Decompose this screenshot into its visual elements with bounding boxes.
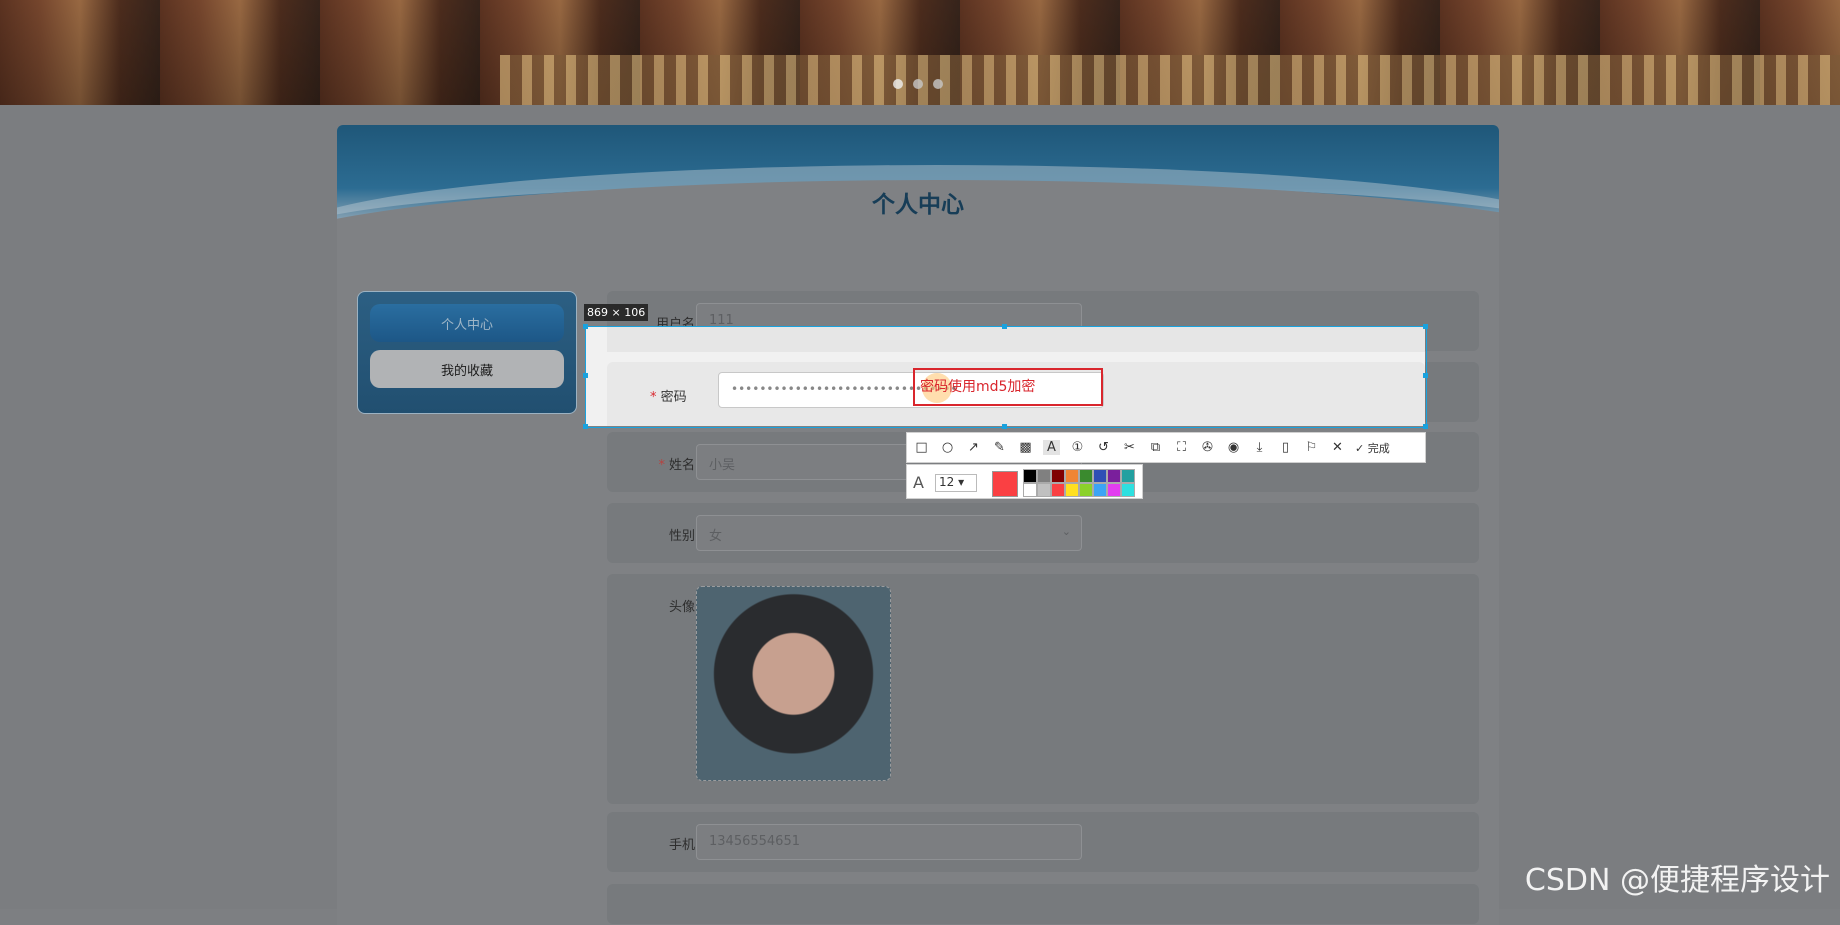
carousel-dot[interactable] xyxy=(893,79,903,89)
gender-value: 女 xyxy=(709,529,723,544)
resize-handle[interactable] xyxy=(1423,324,1428,329)
done-button[interactable]: ✓ 完成 xyxy=(1355,440,1390,456)
arrow-icon[interactable]: ↗ xyxy=(965,440,982,455)
text-icon[interactable]: A xyxy=(1043,440,1060,455)
ellipse-icon[interactable]: ○ xyxy=(939,440,956,455)
sidebar-item-favorites[interactable]: 我的收藏 xyxy=(370,350,564,388)
card-header: 个人中心 xyxy=(337,125,1499,340)
color-swatch[interactable] xyxy=(1093,469,1107,483)
form-row-avatar: 头像 xyxy=(607,574,1479,804)
cut-icon[interactable]: ✂ xyxy=(1121,440,1138,455)
resize-handle[interactable] xyxy=(1423,373,1428,378)
color-swatch[interactable] xyxy=(1121,469,1135,483)
form-row-phone: 手机 13456554651 xyxy=(607,812,1479,872)
chevron-down-icon: ⌄ xyxy=(1061,525,1071,538)
bookmark-icon[interactable]: ⚐ xyxy=(1303,440,1320,455)
close-icon[interactable]: ✕ xyxy=(1329,440,1346,455)
resize-handle[interactable] xyxy=(583,373,588,378)
color-swatch[interactable] xyxy=(1051,469,1065,483)
color-swatch[interactable] xyxy=(1037,469,1051,483)
resize-handle[interactable] xyxy=(1002,424,1007,429)
gender-label: 性别 xyxy=(668,529,695,544)
color-swatch[interactable] xyxy=(1121,483,1135,497)
watermark: CSDN @便捷程序设计 xyxy=(1524,863,1830,898)
carousel-dots[interactable] xyxy=(893,79,943,89)
color-swatch[interactable] xyxy=(1065,469,1079,483)
translate-icon[interactable]: ⧉ xyxy=(1147,440,1164,455)
color-swatch[interactable] xyxy=(1023,469,1037,483)
download-icon[interactable]: ⤓ xyxy=(1251,440,1268,455)
carousel-dot[interactable] xyxy=(913,79,923,89)
sidebar-item-profile[interactable]: 个人中心 xyxy=(370,304,564,342)
rectangle-icon[interactable]: □ xyxy=(913,440,930,455)
text-style-palette: A 12 ▾ xyxy=(906,464,1143,499)
color-swatch[interactable] xyxy=(1107,469,1121,483)
banner-image xyxy=(500,55,1840,105)
undo-icon[interactable]: ↺ xyxy=(1095,440,1112,455)
banner-carousel xyxy=(0,0,1840,105)
color-swatch[interactable] xyxy=(1051,483,1065,497)
carousel-dot[interactable] xyxy=(933,79,943,89)
resize-handle[interactable] xyxy=(583,424,588,429)
resize-handle[interactable] xyxy=(1002,324,1007,329)
mosaic-icon[interactable]: ▩ xyxy=(1017,440,1034,455)
pencil-icon[interactable]: ✎ xyxy=(991,440,1008,455)
pin-icon[interactable]: ✇ xyxy=(1199,440,1216,455)
current-color-swatch[interactable] xyxy=(992,471,1018,497)
phone-label: 手机 xyxy=(668,838,695,853)
color-swatch[interactable] xyxy=(1079,483,1093,497)
mobile-icon[interactable]: ▯ xyxy=(1277,440,1294,455)
number-icon[interactable]: ① xyxy=(1069,440,1086,455)
text-annotation[interactable]: 密码使用md5加密 xyxy=(920,376,1035,396)
resize-handle[interactable] xyxy=(1423,424,1428,429)
color-swatch[interactable] xyxy=(1023,483,1037,497)
page-title: 个人中心 xyxy=(872,192,964,218)
capture-toolbar: □ ○ ↗ ✎ ▩ A ① ↺ ✂ ⧉ ⛶ ✇ ◉ ⤓ ▯ ⚐ ✕ ✓ 完成 xyxy=(906,432,1426,463)
avatar-label: 头像 xyxy=(668,600,695,615)
font-size-select[interactable]: 12 ▾ xyxy=(935,474,977,492)
avatar-upload[interactable] xyxy=(696,586,891,781)
color-swatch[interactable] xyxy=(1037,483,1051,497)
sidebar: 个人中心 我的收藏 xyxy=(357,291,577,414)
color-swatch[interactable] xyxy=(1107,483,1121,497)
ocr-icon[interactable]: ⛶ xyxy=(1173,440,1190,455)
color-swatch[interactable] xyxy=(1065,483,1079,497)
record-icon[interactable]: ◉ xyxy=(1225,440,1242,455)
selection-size-label: 869 × 106 xyxy=(584,304,649,321)
color-swatch[interactable] xyxy=(1093,483,1107,497)
form-row-next xyxy=(607,884,1479,924)
color-swatch[interactable] xyxy=(1079,469,1093,483)
font-size-icon: A xyxy=(913,473,924,492)
gender-select[interactable]: 女 ⌄ xyxy=(696,515,1082,551)
name-label: * 姓名 xyxy=(658,458,695,473)
phone-field[interactable]: 13456554651 xyxy=(696,824,1082,860)
form-row-gender: 性别 女 ⌄ xyxy=(607,503,1479,563)
resize-handle[interactable] xyxy=(583,324,588,329)
